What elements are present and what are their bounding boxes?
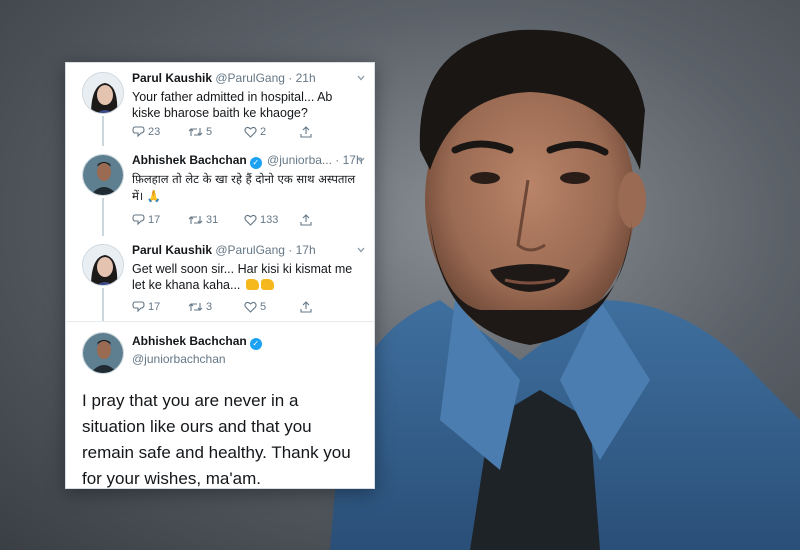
like-count: 133 xyxy=(260,214,279,226)
reply-count: 17 xyxy=(148,214,161,226)
like-button[interactable]: 133 xyxy=(244,214,300,226)
heart-icon xyxy=(244,126,257,138)
tweet-thread-card: Parul Kaushik @ParulGang · 21h Your fath… xyxy=(65,62,375,489)
share-button[interactable] xyxy=(300,301,356,313)
thread-connector-line xyxy=(102,116,104,146)
chevron-down-icon[interactable] xyxy=(356,155,366,165)
share-button[interactable] xyxy=(300,214,356,226)
tweet-text: Get well soon sir... Har kisi ki kismat … xyxy=(132,261,362,293)
separator-dot: · xyxy=(288,243,293,257)
tweet-text-content: Get well soon sir... Har kisi ki kismat … xyxy=(132,262,353,292)
timestamp[interactable]: 21h xyxy=(296,71,316,85)
separator-dot: · xyxy=(288,71,293,85)
display-name[interactable]: Parul Kaushik xyxy=(132,71,212,85)
retweet-count: 5 xyxy=(206,126,213,138)
retweet-button[interactable]: 31 xyxy=(188,214,244,226)
reply-icon xyxy=(132,301,145,313)
retweet-button[interactable]: 5 xyxy=(188,126,244,138)
reply-button[interactable]: 17 xyxy=(132,301,188,313)
avatar[interactable] xyxy=(82,244,124,286)
reply-count: 23 xyxy=(148,126,161,138)
tweet-actions: 17 31 133 xyxy=(132,212,356,228)
timestamp[interactable]: 17h xyxy=(296,243,316,257)
avatar[interactable] xyxy=(82,72,124,114)
thread-connector-line xyxy=(102,288,104,322)
reply-icon xyxy=(132,214,145,226)
user-handle[interactable]: @juniorbachchan xyxy=(132,352,226,366)
reply-button[interactable]: 17 xyxy=(132,214,188,226)
tweet-item[interactable]: Abhishek Bachchan ✓ @juniorba... · 17h फ़… xyxy=(66,145,374,236)
tweet-item[interactable]: Parul Kaushik @ParulGang · 17h Get well … xyxy=(66,235,374,322)
tweet-actions: 23 5 2 xyxy=(132,124,356,140)
share-icon xyxy=(300,214,312,226)
main-tweet-text: I pray that you are never in a situation… xyxy=(82,391,351,488)
tweet-text: फ़िलहाल तो लेट के खा रहे हैं दोनो एक साथ… xyxy=(132,172,356,203)
separator-dot: · xyxy=(335,153,340,167)
display-name[interactable]: Parul Kaushik xyxy=(132,243,212,257)
heart-icon xyxy=(244,214,257,226)
thumbs-up-emoji-icon xyxy=(260,279,274,290)
retweet-icon xyxy=(188,126,203,138)
chevron-down-icon[interactable] xyxy=(356,245,366,255)
retweet-count: 3 xyxy=(206,301,213,313)
retweet-icon xyxy=(188,301,203,313)
share-icon xyxy=(300,126,312,138)
thread-connector-line xyxy=(102,198,104,236)
tweet-item[interactable]: Parul Kaushik @ParulGang · 21h Your fath… xyxy=(66,63,374,146)
tweet-actions: 17 3 5 xyxy=(132,299,356,315)
chevron-down-icon[interactable] xyxy=(356,73,366,83)
tweet-header: Parul Kaushik @ParulGang · 17h xyxy=(132,243,366,261)
verified-badge-icon: ✓ xyxy=(249,157,262,169)
retweet-button[interactable]: 3 xyxy=(188,301,244,313)
share-icon xyxy=(300,301,312,313)
tweet-header: Abhishek Bachchan ✓ xyxy=(132,334,366,352)
avatar[interactable] xyxy=(82,154,124,196)
user-handle[interactable]: @ParulGang xyxy=(215,243,285,257)
user-handle[interactable]: @ParulGang xyxy=(215,71,285,85)
like-button[interactable]: 5 xyxy=(244,301,300,313)
reply-count: 17 xyxy=(148,301,161,313)
heart-icon xyxy=(244,301,257,313)
tweet-text: Your father admitted in hospital... Ab k… xyxy=(132,90,333,120)
display-name[interactable]: Abhishek Bachchan xyxy=(132,334,247,348)
like-button[interactable]: 2 xyxy=(244,126,300,138)
thumbs-up-emoji-icon xyxy=(245,279,259,290)
verified-badge-icon: ✓ xyxy=(249,338,262,350)
tweet-header: Abhishek Bachchan ✓ @juniorba... · 17h xyxy=(132,153,366,171)
retweet-count: 31 xyxy=(206,214,219,226)
like-count: 2 xyxy=(260,126,267,138)
share-button[interactable] xyxy=(300,126,356,138)
retweet-icon xyxy=(188,214,203,226)
display-name[interactable]: Abhishek Bachchan xyxy=(132,153,247,167)
reply-icon xyxy=(132,126,145,138)
avatar[interactable] xyxy=(82,332,124,374)
main-tweet[interactable]: Abhishek Bachchan ✓ @juniorbachchan I pra… xyxy=(66,321,374,488)
user-handle[interactable]: @juniorba... xyxy=(267,153,332,167)
tweet-header: Parul Kaushik @ParulGang · 21h xyxy=(132,71,366,89)
reply-button[interactable]: 23 xyxy=(132,126,188,138)
like-count: 5 xyxy=(260,301,267,313)
